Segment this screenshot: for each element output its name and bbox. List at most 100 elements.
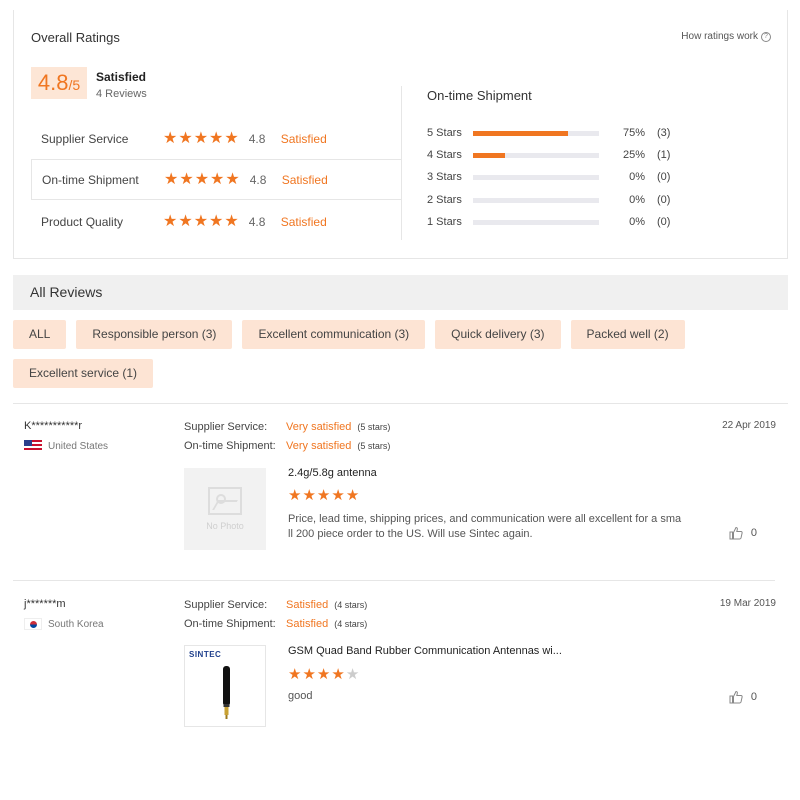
meta-stars: (5 stars): [357, 422, 391, 432]
filter-tag-quick-delivery[interactable]: Quick delivery (3): [435, 320, 561, 349]
product-thumbnail[interactable]: SINTEC: [184, 645, 266, 727]
product-name[interactable]: GSM Quad Band Rubber Communication Anten…: [288, 645, 562, 657]
distribution-label: 5 Stars: [427, 127, 462, 139]
review-date: 22 Apr 2019: [722, 420, 776, 431]
star-filled-icon: ★: [209, 212, 224, 230]
star-filled-icon: ★: [210, 170, 225, 188]
country-name: United States: [48, 440, 109, 452]
category-name: Product Quality: [41, 214, 124, 229]
star-filled-icon: ★: [225, 170, 240, 188]
star-filled-icon: ★: [163, 129, 178, 147]
filter-tag-all[interactable]: ALL: [13, 320, 67, 349]
distribution-label: 3 Stars: [427, 171, 462, 183]
distribution-count: (0): [657, 216, 671, 228]
review-item: K***********r United States Supplier Ser…: [13, 420, 788, 570]
distribution-bar: [473, 219, 599, 225]
all-reviews-header: All Reviews: [13, 275, 788, 310]
category-name: Supplier Service: [41, 131, 129, 146]
meta-key: Supplier Service:: [184, 599, 268, 611]
supplier-service-rating: Supplier Service: Very satisfied (5 star…: [184, 421, 390, 433]
overall-label: Satisfied: [96, 70, 147, 84]
star-filled-icon: ★: [178, 129, 193, 147]
meta-key: On-time Shipment:: [184, 618, 276, 630]
question-icon: ?: [761, 31, 771, 42]
like-count: 0: [750, 691, 757, 703]
category-row-product-quality[interactable]: Product Quality ★ ★ ★ ★ ★ 4.8 Satisfied: [31, 201, 402, 242]
distribution-percent: 25%: [622, 149, 645, 161]
us-flag-icon: [24, 440, 42, 452]
distribution-row: 4 Stars 25% (1): [427, 147, 687, 163]
distribution-percent: 0%: [629, 171, 645, 183]
category-score: 4.8: [248, 131, 266, 146]
overall-ratings-title: Overall Ratings: [31, 30, 120, 45]
on-time-shipment-rating: On-time Shipment: Satisfied (4 stars): [184, 618, 367, 630]
category-row-on-time-shipment[interactable]: On-time Shipment ★ ★ ★ ★ ★ 4.8 Satisfied: [31, 159, 402, 200]
category-score: 4.8: [248, 214, 266, 229]
review-date: 19 Mar 2019: [719, 598, 776, 609]
review-text: good: [288, 690, 313, 702]
meta-stars: (4 stars): [334, 600, 368, 610]
filter-tag-packed-well[interactable]: Packed well (2): [570, 320, 685, 349]
distribution-bar: [473, 152, 599, 158]
category-label: Satisfied: [281, 172, 328, 187]
vertical-divider: [401, 86, 402, 240]
product-name[interactable]: 2.4g/5.8g antenna: [288, 467, 377, 479]
star-filled-icon: ★: [164, 170, 179, 188]
distribution-row: 3 Stars 0% (0): [427, 169, 687, 185]
ratings-card: Overall Ratings How ratings work ? 4.8 /…: [13, 10, 788, 259]
distribution-count: (1): [657, 149, 671, 161]
distribution-bar: [473, 197, 599, 203]
overall-score: 4.8: [37, 70, 69, 95]
overall-review-count: 4 Reviews: [96, 88, 147, 100]
reviewer-name: j*******m: [24, 598, 66, 610]
overall-score-badge: 4.8 /5: [31, 67, 87, 99]
no-photo-label: No Photo: [206, 521, 244, 531]
reviewer-country: United States: [24, 440, 108, 452]
country-name: South Korea: [48, 618, 104, 630]
distribution-row: 1 Stars 0% (0): [427, 214, 687, 230]
like-count: 0: [750, 527, 757, 539]
category-stars: ★ ★ ★ ★ ★: [164, 170, 240, 188]
image-placeholder-icon: [208, 487, 242, 515]
star-filled-icon: ★: [331, 666, 345, 683]
meta-value: Satisfied: [286, 599, 329, 611]
like-button[interactable]: 0: [729, 526, 757, 540]
meta-value: Satisfied: [286, 618, 329, 630]
distribution-count: (0): [657, 171, 671, 183]
south-korea-flag-icon: [24, 618, 42, 630]
star-filled-icon: ★: [193, 129, 209, 147]
filter-tag-excellent-service[interactable]: Excellent service (1): [13, 359, 154, 388]
overall-score-suffix: /5: [68, 77, 81, 93]
category-name: On-time Shipment: [42, 172, 139, 187]
how-ratings-work-link[interactable]: How ratings work ?: [681, 31, 771, 42]
star-filled-icon: ★: [331, 487, 345, 504]
product-thumbnail[interactable]: No Photo: [184, 468, 266, 550]
divider: [13, 580, 775, 581]
category-row-supplier-service[interactable]: Supplier Service ★ ★ ★ ★ ★ 4.8 Satisfied: [31, 118, 402, 159]
reviewer-country: South Korea: [24, 618, 104, 630]
distribution-title: On-time Shipment: [427, 88, 532, 103]
brand-logo: SINTEC: [189, 650, 222, 659]
filter-tag-excellent-communication[interactable]: Excellent communication (3): [242, 320, 426, 349]
distribution-percent: 0%: [629, 194, 645, 206]
distribution-bar-fill: [473, 152, 505, 158]
star-filled-icon: ★: [288, 487, 302, 504]
like-button[interactable]: 0: [729, 690, 757, 704]
distribution-bar: [473, 174, 599, 180]
distribution-row: 2 Stars 0% (0): [427, 192, 687, 208]
star-filled-icon: ★: [179, 170, 194, 188]
distribution-percent: 0%: [629, 216, 645, 228]
review-text: Price, lead time, shipping prices, and c…: [288, 513, 682, 540]
distribution-percent: 75%: [622, 127, 645, 139]
review-stars: ★ ★ ★ ★ ★: [288, 667, 359, 683]
meta-value: Very satisfied: [286, 440, 352, 452]
meta-key: On-time Shipment:: [184, 440, 276, 452]
thumbs-up-icon: [729, 526, 743, 540]
star-filled-icon: ★: [302, 666, 316, 683]
filter-tag-responsible-person[interactable]: Responsible person (3): [76, 320, 233, 349]
distribution-row: 5 Stars 75% (3): [427, 125, 687, 141]
star-filled-icon: ★: [224, 212, 239, 230]
distribution-label: 4 Stars: [427, 149, 462, 161]
distribution-bar: [473, 130, 599, 136]
distribution-label: 1 Stars: [427, 216, 462, 228]
